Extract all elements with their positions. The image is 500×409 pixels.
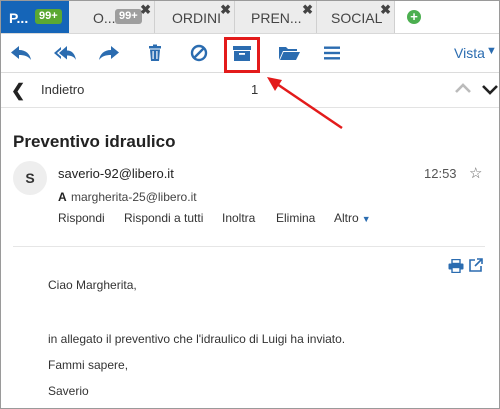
body-line: in allegato il preventivo che l'idraulic… [48, 332, 346, 346]
mail-window: P... 99+ O... 99+ ✖ ORDINI ✖ PREN... ✖ S… [0, 0, 500, 409]
tab-social[interactable]: SOCIAL ✖ [317, 1, 395, 33]
chevron-down-icon[interactable] [481, 80, 499, 98]
folder-icon[interactable] [277, 43, 301, 63]
unread-badge: 99+ [115, 9, 142, 24]
close-icon[interactable]: ✖ [220, 3, 231, 16]
delete-button[interactable]: Elimina [276, 211, 315, 225]
tab-bar: P... 99+ O... 99+ ✖ ORDINI ✖ PREN... ✖ S… [1, 1, 499, 34]
more-label: Altro [334, 211, 359, 225]
menu-icon[interactable] [320, 43, 344, 63]
trash-icon[interactable] [143, 43, 167, 63]
forward-icon[interactable] [97, 43, 121, 63]
reply-icon[interactable] [9, 43, 33, 63]
back-chevron-icon[interactable]: ❮ [11, 81, 25, 101]
chevron-up-icon[interactable] [454, 80, 472, 98]
recipient-address[interactable]: margherita-25@libero.it [71, 190, 197, 204]
forward-button[interactable]: Inoltra [222, 211, 255, 225]
unread-badge: 99+ [35, 9, 62, 24]
tab-label: P... [9, 10, 29, 26]
close-icon[interactable]: ✖ [380, 3, 391, 16]
view-menu[interactable]: Vista [454, 45, 485, 61]
star-icon[interactable]: ☆ [469, 164, 482, 182]
reply-button[interactable]: Rispondi [58, 211, 105, 225]
block-icon[interactable] [187, 43, 211, 63]
message-nav: ❮ Indietro 1 [1, 73, 499, 108]
avatar: S [13, 161, 47, 195]
reply-all-icon[interactable] [53, 43, 77, 63]
recipient-label: A [58, 190, 67, 204]
body-signature: Saverio [48, 384, 89, 398]
back-button[interactable]: Indietro [41, 82, 84, 97]
tab-ordini[interactable]: ORDINI ✖ [155, 1, 235, 33]
body-greeting: Ciao Margherita, [48, 278, 137, 292]
chevron-down-icon[interactable]: ▼ [486, 45, 497, 57]
tab-label: O... [93, 10, 116, 26]
print-icon[interactable] [448, 258, 464, 274]
page-number: 1 [251, 82, 259, 97]
tab-other[interactable]: O... 99+ ✖ [69, 1, 155, 33]
reply-all-button[interactable]: Rispondi a tutti [124, 211, 203, 225]
open-external-icon[interactable] [469, 258, 483, 272]
more-button[interactable]: Altro ▼ [334, 211, 371, 225]
sender-address[interactable]: saverio-92@libero.it [58, 166, 174, 181]
close-icon[interactable]: ✖ [302, 3, 313, 16]
tab-label: PREN... [251, 10, 302, 26]
tab-label: SOCIAL [331, 10, 383, 26]
chevron-down-icon: ▼ [361, 214, 371, 224]
close-icon[interactable]: ✖ [140, 3, 151, 16]
archive-highlight-box [224, 37, 260, 73]
message-subject: Preventivo idraulico [13, 132, 176, 151]
body-line: Fammi sapere, [48, 358, 129, 372]
tab-inbox[interactable]: P... 99+ [1, 1, 69, 33]
tab-prenotazioni[interactable]: PREN... ✖ [235, 1, 317, 33]
add-tab-icon[interactable]: + [407, 10, 421, 24]
divider [13, 246, 485, 247]
message-time: 12:53 [424, 166, 457, 181]
tab-label: ORDINI [172, 10, 221, 26]
